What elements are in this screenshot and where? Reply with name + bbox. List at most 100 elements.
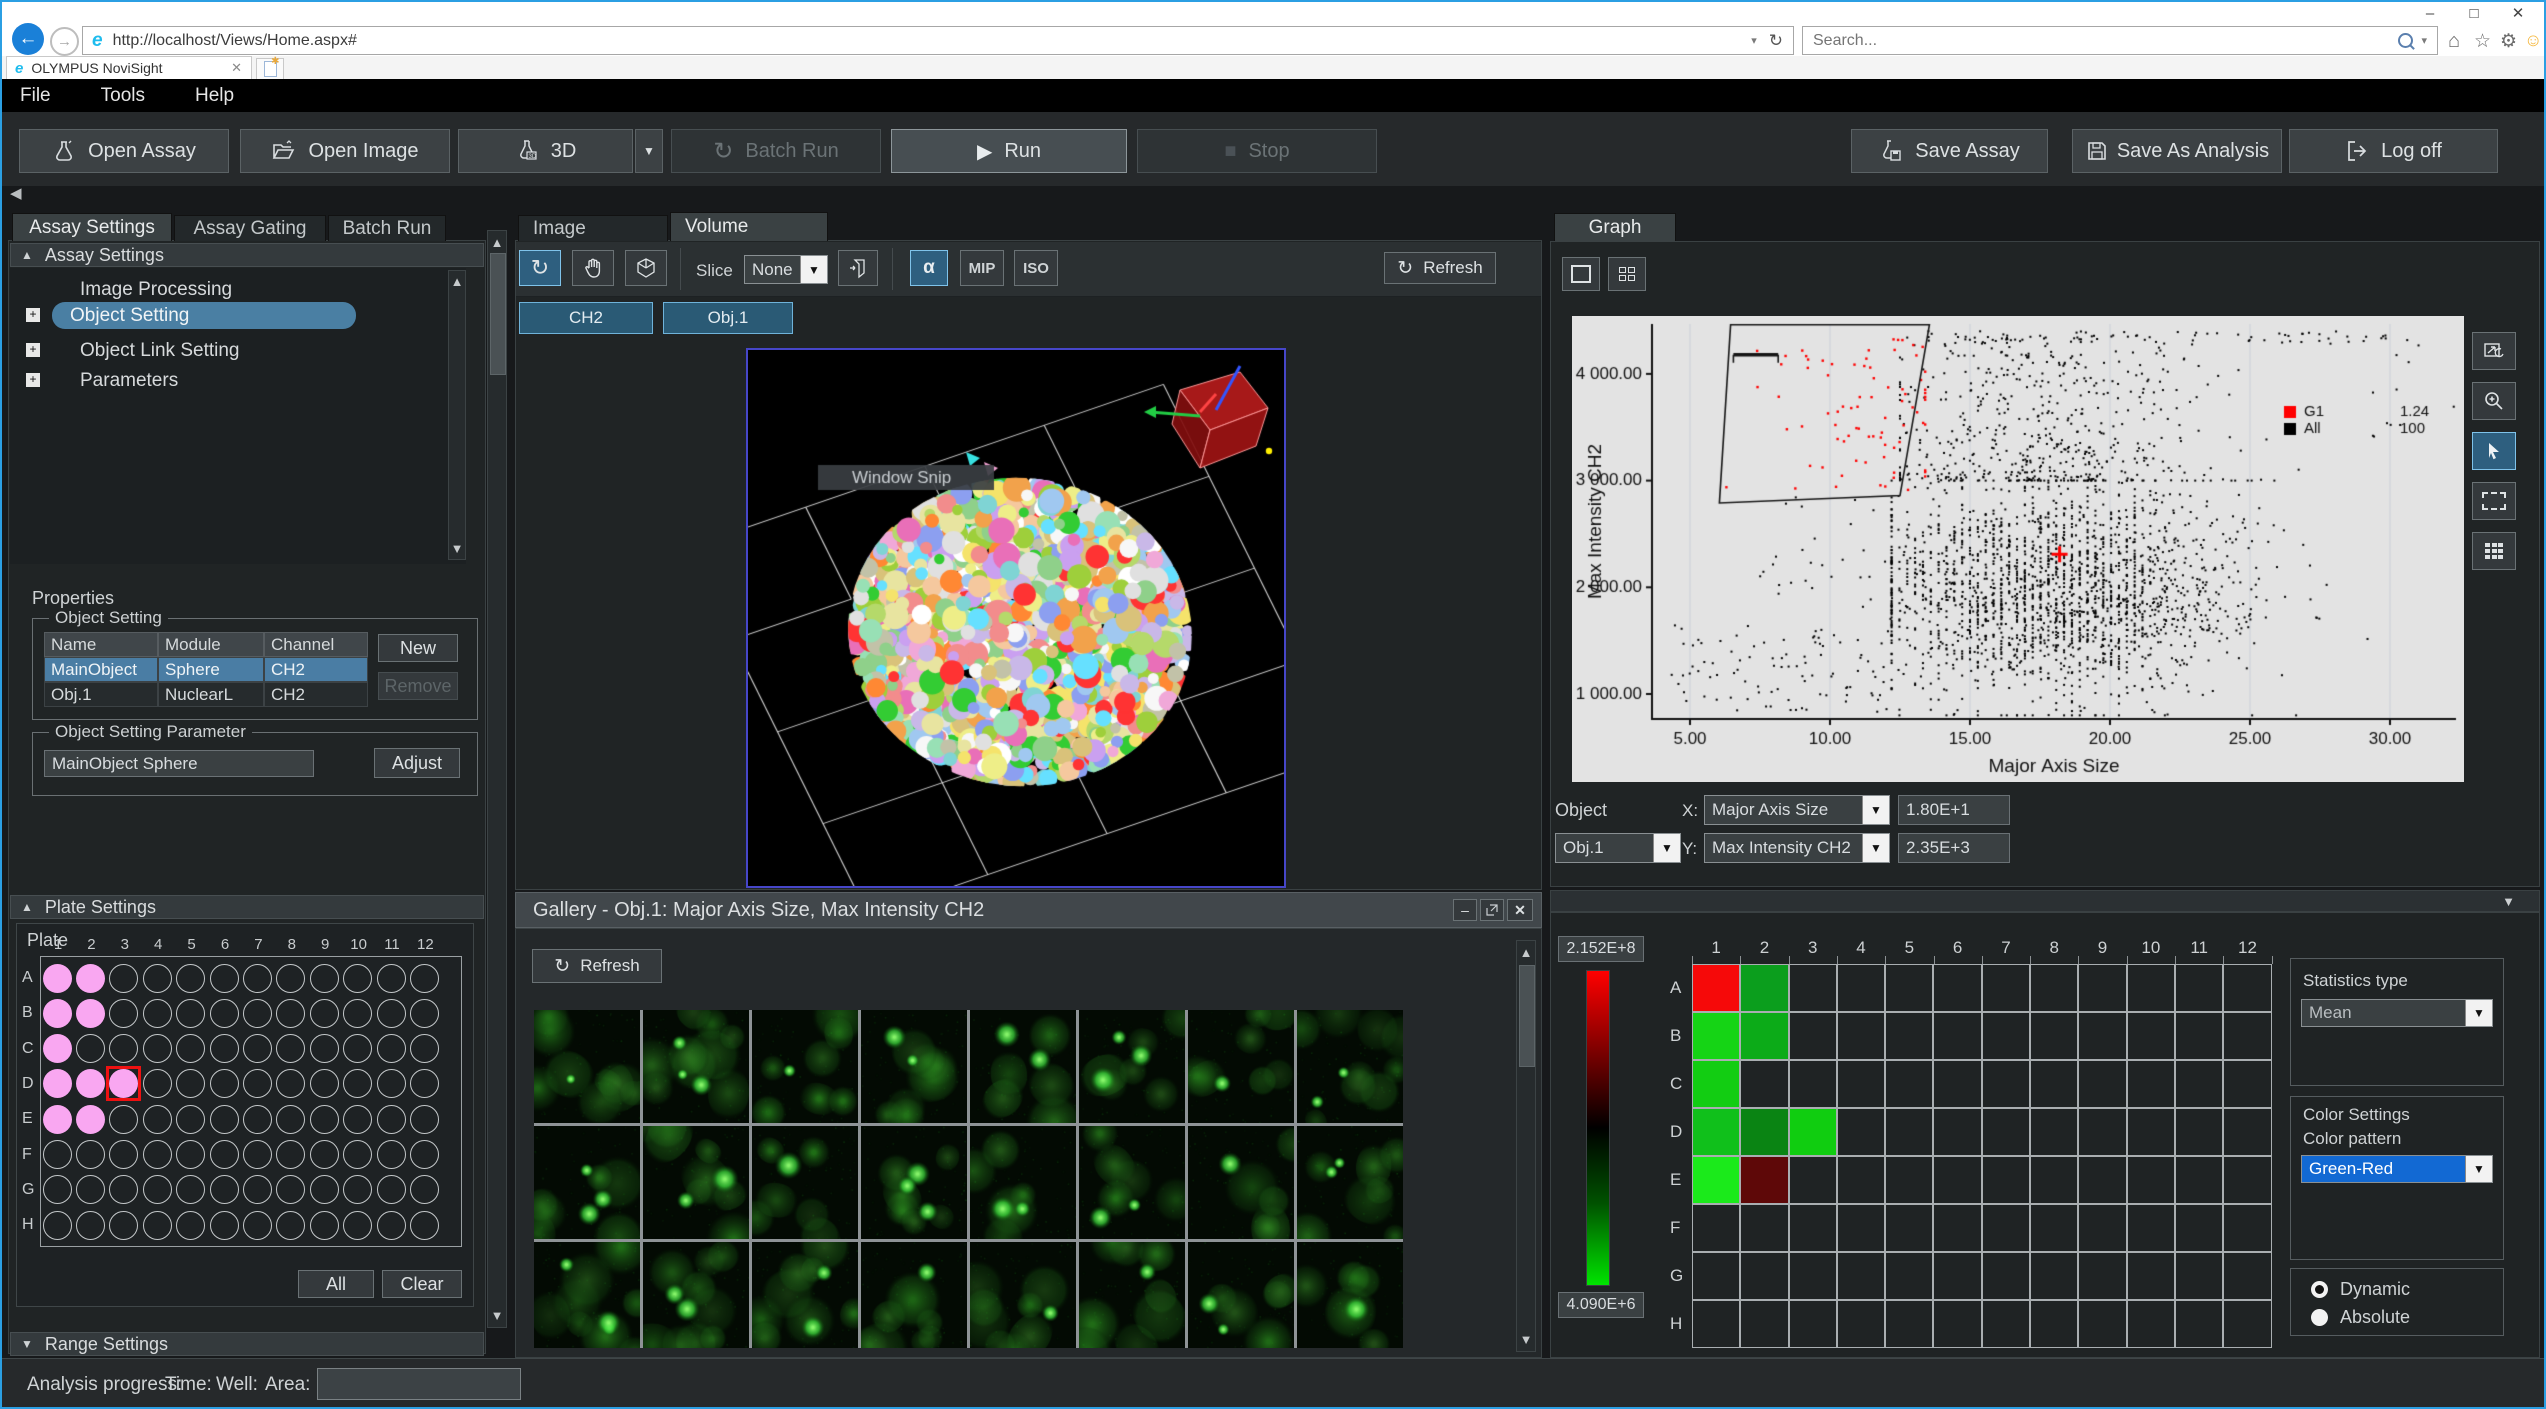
heatmap-cell-F10[interactable] bbox=[2127, 1204, 2175, 1252]
rotate-tool-button[interactable]: ↻ bbox=[519, 250, 561, 286]
well-A5[interactable] bbox=[176, 964, 205, 993]
well-H3[interactable] bbox=[109, 1211, 138, 1240]
window-minimize-button[interactable]: – bbox=[2410, 3, 2450, 23]
layout-single-button[interactable] bbox=[1562, 257, 1600, 291]
heatmap-cell-D4[interactable] bbox=[1837, 1108, 1885, 1156]
heatmap-cell-H6[interactable] bbox=[1933, 1300, 1981, 1348]
well-H12[interactable] bbox=[410, 1211, 439, 1240]
gallery-cell[interactable] bbox=[861, 1010, 967, 1123]
clear-button[interactable]: Clear bbox=[382, 1270, 462, 1298]
table-cell[interactable]: CH2 bbox=[264, 682, 368, 707]
heatmap-cell-E12[interactable] bbox=[2223, 1156, 2271, 1204]
well-F2[interactable] bbox=[76, 1140, 105, 1169]
color-pattern-select[interactable]: Green-Red▼ bbox=[2301, 1155, 2493, 1183]
well-G6[interactable] bbox=[210, 1175, 239, 1204]
heatmap-cell-E3[interactable] bbox=[1789, 1156, 1837, 1204]
heatmap-cell-B5[interactable] bbox=[1885, 1012, 1933, 1060]
well-C9[interactable] bbox=[310, 1034, 339, 1063]
well-A2[interactable] bbox=[76, 964, 105, 993]
well-F11[interactable] bbox=[377, 1140, 406, 1169]
well-B6[interactable] bbox=[210, 999, 239, 1028]
heatmap-cell-A2[interactable] bbox=[1740, 964, 1788, 1012]
home-icon[interactable]: ⌂ bbox=[2448, 30, 2460, 53]
heatmap-grid[interactable]: 123456789101112ABCDEFGH bbox=[1652, 928, 2292, 1354]
well-H6[interactable] bbox=[210, 1211, 239, 1240]
well-B9[interactable] bbox=[310, 999, 339, 1028]
heatmap-cell-F12[interactable] bbox=[2223, 1204, 2271, 1252]
well-A11[interactable] bbox=[377, 964, 406, 993]
heatmap-cell-B2[interactable] bbox=[1740, 1012, 1788, 1060]
gallery-cell[interactable] bbox=[970, 1242, 1076, 1348]
slice-select[interactable]: None▼ bbox=[744, 255, 828, 284]
table-cell[interactable]: Sphere bbox=[158, 657, 264, 682]
gallery-cell[interactable] bbox=[970, 1010, 1076, 1123]
well-D11[interactable] bbox=[377, 1069, 406, 1098]
gallery-refresh-button[interactable]: ↻ Refresh bbox=[532, 949, 662, 983]
well-B5[interactable] bbox=[176, 999, 205, 1028]
well-F5[interactable] bbox=[176, 1140, 205, 1169]
browser-back-button[interactable]: ← bbox=[12, 23, 44, 55]
gallery-cell[interactable] bbox=[1079, 1010, 1185, 1123]
window-maximize-button[interactable]: □ bbox=[2454, 3, 2494, 23]
well-E4[interactable] bbox=[143, 1105, 172, 1134]
channel-ch2-button[interactable]: CH2 bbox=[519, 302, 653, 334]
heatmap-cell-C5[interactable] bbox=[1885, 1060, 1933, 1108]
left-tab-assay-gating[interactable]: Assay Gating bbox=[174, 215, 326, 241]
heatmap-cell-H9[interactable] bbox=[2078, 1300, 2126, 1348]
collapse-toolbar-icon[interactable]: ◀ bbox=[10, 184, 22, 202]
heatmap-cell-G10[interactable] bbox=[2127, 1252, 2175, 1300]
well-E10[interactable] bbox=[343, 1105, 372, 1134]
well-B1[interactable] bbox=[43, 999, 72, 1028]
favorites-star-icon[interactable]: ☆ bbox=[2474, 30, 2491, 53]
well-B10[interactable] bbox=[343, 999, 372, 1028]
well-G7[interactable] bbox=[243, 1175, 272, 1204]
heatmap-cell-D1[interactable] bbox=[1692, 1108, 1740, 1156]
well-G12[interactable] bbox=[410, 1175, 439, 1204]
tree-item-image-processing[interactable]: Image Processing bbox=[62, 276, 250, 303]
run-button[interactable]: ▶ Run bbox=[891, 129, 1127, 173]
tree-item-object-link-setting[interactable]: Object Link Setting bbox=[62, 337, 257, 364]
open-image-button[interactable]: Open Image bbox=[240, 129, 450, 173]
save-assay-button[interactable]: Save Assay bbox=[1851, 129, 2048, 173]
heatmap-cell-D12[interactable] bbox=[2223, 1108, 2271, 1156]
tree-item-object-setting[interactable]: Object Setting bbox=[52, 302, 356, 329]
search-box[interactable]: ▾ bbox=[1802, 26, 2438, 55]
status-area-input[interactable] bbox=[317, 1368, 521, 1400]
tree-item-parameters[interactable]: Parameters bbox=[62, 367, 196, 394]
log-off-button[interactable]: Log off bbox=[2289, 129, 2498, 173]
statistics-type-select[interactable]: Mean▼ bbox=[2301, 999, 2493, 1027]
new-button[interactable]: New bbox=[378, 634, 458, 662]
well-H1[interactable] bbox=[43, 1211, 72, 1240]
volume-canvas[interactable] bbox=[748, 350, 1284, 886]
object-select[interactable]: Obj.1▼ bbox=[1555, 833, 1681, 863]
menu-item-help[interactable]: Help bbox=[195, 85, 234, 107]
center-tab-image[interactable]: Image bbox=[518, 215, 668, 241]
heatmap-cell-E1[interactable] bbox=[1692, 1156, 1740, 1204]
heatmap-cell-G7[interactable] bbox=[1982, 1252, 2030, 1300]
table-cell[interactable]: CH2 bbox=[264, 657, 368, 682]
range-settings-header[interactable]: ▼ Range Settings bbox=[10, 1332, 484, 1356]
heatmap-cell-D9[interactable] bbox=[2078, 1108, 2126, 1156]
well-B3[interactable] bbox=[109, 999, 138, 1028]
heatmap-cell-C6[interactable] bbox=[1933, 1060, 1981, 1108]
heatmap-cell-D5[interactable] bbox=[1885, 1108, 1933, 1156]
gallery-cell[interactable] bbox=[643, 1242, 749, 1348]
well-F10[interactable] bbox=[343, 1140, 372, 1169]
well-B4[interactable] bbox=[143, 999, 172, 1028]
new-tab-button[interactable]: ✱ bbox=[256, 58, 284, 79]
graph-tab[interactable]: Graph bbox=[1554, 213, 1676, 241]
gallery-grid[interactable] bbox=[534, 1010, 1403, 1348]
well-A10[interactable] bbox=[343, 964, 372, 993]
heatmap-cell-C4[interactable] bbox=[1837, 1060, 1885, 1108]
radio-dynamic[interactable] bbox=[2311, 1281, 2328, 1298]
window-close-button[interactable]: ✕ bbox=[2498, 3, 2538, 23]
heatmap-cell-A10[interactable] bbox=[2127, 964, 2175, 1012]
well-F9[interactable] bbox=[310, 1140, 339, 1169]
well-C4[interactable] bbox=[143, 1034, 172, 1063]
well-F4[interactable] bbox=[143, 1140, 172, 1169]
tab-close-icon[interactable]: ✕ bbox=[231, 60, 242, 76]
well-G2[interactable] bbox=[76, 1175, 105, 1204]
well-E1[interactable] bbox=[43, 1105, 72, 1134]
gallery-cell[interactable] bbox=[1297, 1010, 1403, 1123]
graph-cursor-button[interactable] bbox=[2472, 432, 2516, 470]
